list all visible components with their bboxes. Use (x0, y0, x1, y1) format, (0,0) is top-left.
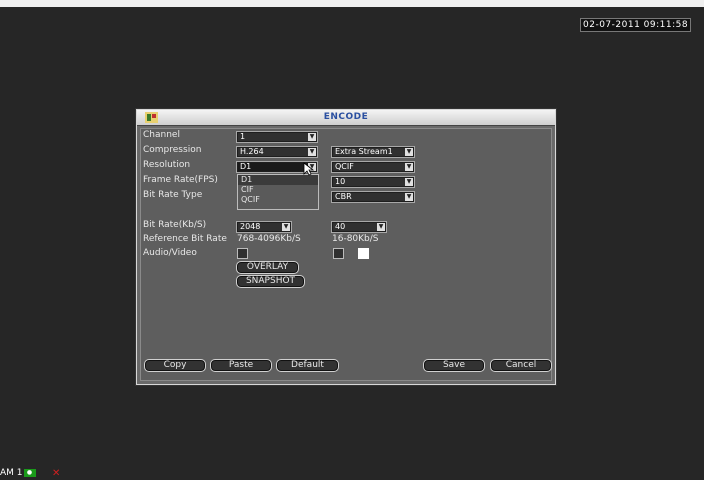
top-bar (0, 0, 704, 7)
extra-frame-rate-select[interactable]: 10 ▼ (331, 176, 415, 188)
save-button[interactable]: Save (423, 359, 485, 372)
extra-resolution-value: QCIF (335, 162, 354, 171)
bit-rate-type-label: Bit Rate Type (143, 190, 203, 200)
channel-status-label: AM 1 (0, 468, 23, 478)
copy-button[interactable]: Copy (144, 359, 206, 372)
extra-resolution-select[interactable]: QCIF ▼ (331, 161, 415, 173)
bit-rate-select[interactable]: 2048 ▼ (236, 221, 292, 233)
chevron-down-icon: ▼ (377, 223, 385, 231)
extra-stream-select[interactable]: Extra Stream1 ▼ (331, 146, 415, 158)
record-status-icon: ● (23, 468, 36, 477)
alarm-icon: ✕ (52, 468, 61, 479)
resolution-option[interactable]: D1 (238, 175, 318, 185)
reference-bit-rate-value: 768-4096Kb/S (237, 234, 301, 244)
bit-rate-label: Bit Rate(Kb/S) (143, 220, 207, 230)
chevron-down-icon: ▼ (308, 148, 316, 156)
paste-button[interactable]: Paste (210, 359, 272, 372)
chevron-down-icon: ▼ (405, 163, 413, 171)
extra-stream-value: Extra Stream1 (335, 147, 393, 156)
audio-video-checkbox[interactable] (237, 248, 248, 259)
extra-bit-rate-value: 40 (335, 222, 346, 231)
extra-frame-rate-value: 10 (335, 177, 346, 186)
frame-rate-label: Frame Rate(FPS) (143, 175, 218, 185)
extra-bit-rate-select[interactable]: 40 ▼ (331, 221, 387, 233)
channel-label: Channel (143, 130, 180, 140)
extra-bit-rate-type-select[interactable]: CBR ▼ (331, 191, 415, 203)
reference-bit-rate-label: Reference Bit Rate (143, 234, 227, 244)
extra-video-checkbox[interactable] (358, 248, 369, 259)
chevron-down-icon: ▼ (405, 148, 413, 156)
compression-label: Compression (143, 145, 202, 155)
timestamp: 02-07-2011 09:11:58 (580, 18, 692, 32)
dialog-titlebar: ENCODE (137, 110, 555, 126)
channel-select[interactable]: 1 ▼ (236, 131, 318, 143)
resolution-value: D1 (240, 162, 252, 171)
extra-bit-rate-type-value: CBR (335, 192, 352, 201)
resolution-dropdown-list[interactable]: D1 CIF QCIF (237, 174, 319, 210)
resolution-label: Resolution (143, 160, 191, 170)
mouse-cursor-icon (303, 162, 315, 176)
chevron-down-icon: ▼ (282, 223, 290, 231)
compression-select[interactable]: H.264 ▼ (236, 146, 318, 158)
extra-reference-bit-rate-value: 16-80Kb/S (332, 234, 379, 244)
chevron-down-icon: ▼ (405, 193, 413, 201)
overlay-button[interactable]: OVERLAY (236, 261, 299, 274)
chevron-down-icon: ▼ (308, 133, 316, 141)
dialog-title: ENCODE (323, 112, 369, 122)
audio-video-label: Audio/Video (143, 248, 197, 258)
cancel-button[interactable]: Cancel (490, 359, 552, 372)
extra-audio-checkbox[interactable] (333, 248, 344, 259)
channel-status: AM 1 ● ✕ (0, 467, 60, 480)
channel-value: 1 (240, 132, 246, 141)
chevron-down-icon: ▼ (405, 178, 413, 186)
compression-value: H.264 (240, 147, 264, 156)
snapshot-button[interactable]: SNAPSHOT (236, 275, 305, 288)
resolution-option[interactable]: QCIF (238, 195, 318, 205)
resolution-option[interactable]: CIF (238, 185, 318, 195)
bit-rate-value: 2048 (240, 222, 261, 231)
default-button[interactable]: Default (276, 359, 339, 372)
